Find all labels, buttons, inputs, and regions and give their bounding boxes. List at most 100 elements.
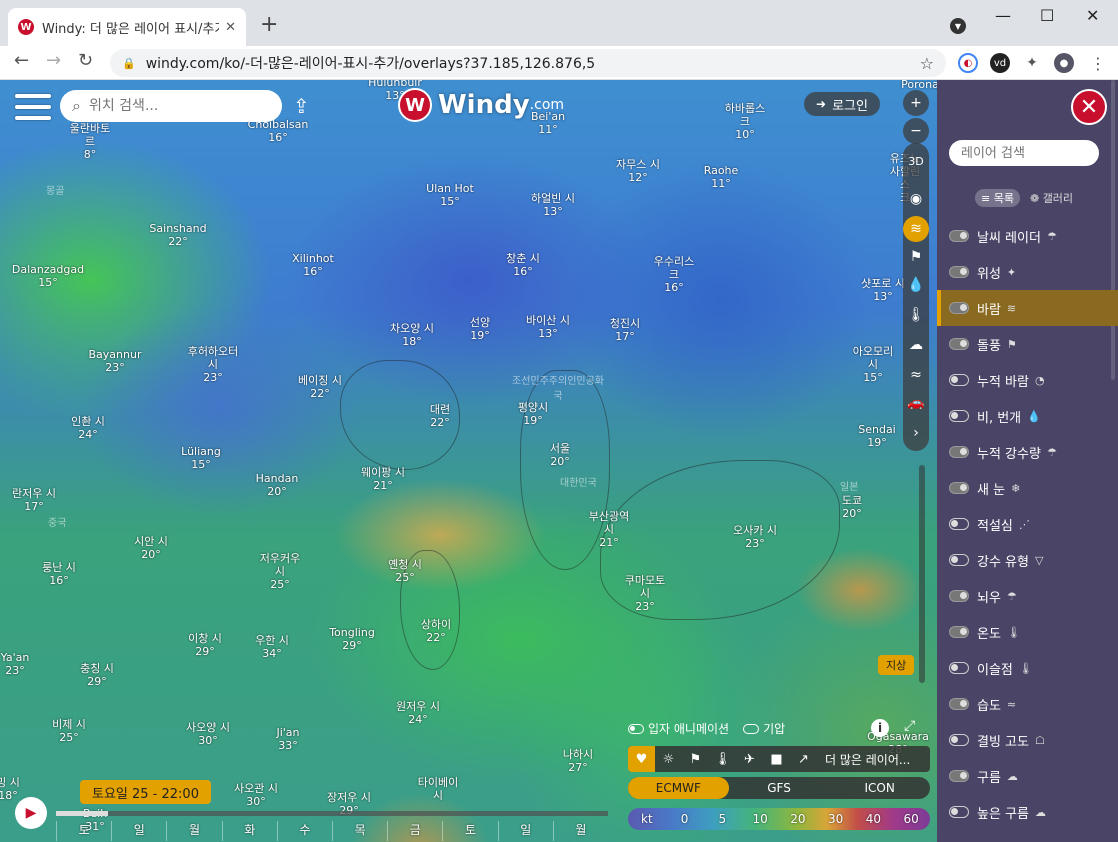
timeline-day[interactable]: 월 <box>166 821 221 841</box>
favorite-heart-icon[interactable]: ♥ <box>628 746 655 772</box>
layer-toggle[interactable] <box>949 770 969 782</box>
city-label[interactable]: 대련 22° <box>430 403 450 429</box>
temperature-icon[interactable]: 🌡 <box>903 302 929 328</box>
city-label[interactable]: Lüliang 15° <box>181 445 221 471</box>
city-label[interactable]: 오사카 시 23° <box>733 524 777 550</box>
sun-cloud-icon[interactable]: ☼ <box>655 752 682 767</box>
car-icon[interactable]: 🚗 <box>903 390 929 416</box>
layer-toggle[interactable] <box>949 374 969 386</box>
flag-icon[interactable]: ⚑ <box>682 752 709 767</box>
chrome-menu-icon[interactable]: ⋮ <box>1088 53 1108 73</box>
airplane-icon[interactable]: ✈ <box>736 752 763 767</box>
more-layers-button[interactable]: 더 많은 레이어... <box>825 751 910 768</box>
play-button[interactable]: ▶ <box>15 797 47 829</box>
city-label[interactable]: 쿠마모토 시 23° <box>625 574 665 613</box>
extension-vd-icon[interactable]: vd <box>990 53 1010 73</box>
3d-view-button[interactable]: 3D <box>903 148 929 174</box>
browser-tab[interactable]: W Windy: 더 많은 레이어 표시/추가 ✕ <box>8 8 246 46</box>
layer-item[interactable]: 강수 유형 ▽ <box>937 542 1118 578</box>
city-label[interactable]: Ulan Hot 15° <box>426 182 474 208</box>
city-label[interactable]: 청진시 17° <box>610 317 640 343</box>
altitude-slider[interactable] <box>919 465 925 683</box>
omnibox[interactable]: 🔒 windy.com/ko/-더-많은-레이어-표시-추가/overlays?… <box>110 49 946 77</box>
layer-toggle[interactable] <box>949 698 969 710</box>
bookmark-star-icon[interactable]: ☆ <box>920 54 934 73</box>
layer-toggle[interactable] <box>949 554 969 566</box>
pressure-label[interactable]: 기압 <box>763 720 785 737</box>
layer-item[interactable]: 새 눈 ❄ <box>937 470 1118 506</box>
view-list-button[interactable]: ≡ 목록 <box>975 189 1020 207</box>
layer-search-input[interactable] <box>949 140 1099 166</box>
layer-item[interactable]: 뇌우 ☂ <box>937 578 1118 614</box>
city-label[interactable]: 원저우 시 24° <box>396 700 440 726</box>
city-label[interactable]: 샷포로 시 13° <box>861 277 905 303</box>
city-label[interactable]: 옌청 시 25° <box>388 558 422 584</box>
city-label[interactable]: 이창 시 29° <box>188 632 222 658</box>
city-label[interactable]: Tongling 29° <box>329 626 375 652</box>
city-label[interactable]: 도쿄 20° <box>842 494 862 520</box>
thermometer-icon[interactable]: 🌡 <box>709 752 736 767</box>
city-label[interactable]: 차오양 시 18° <box>390 322 434 348</box>
model-ecmwf[interactable]: ECMWF <box>628 777 729 799</box>
layer-toggle[interactable] <box>949 338 969 350</box>
webcam-icon[interactable]: ■ <box>763 752 790 767</box>
city-label[interactable]: 아오모리 시 15° <box>853 345 893 384</box>
share-icon[interactable]: ⇪ <box>293 94 310 118</box>
city-label[interactable]: 자무스 시 12° <box>616 158 660 184</box>
gust-flag-icon[interactable]: ⚑ <box>903 244 929 270</box>
city-label[interactable]: 바이산 시 13° <box>526 314 570 340</box>
layer-item[interactable]: 결빙 고도 ☖ <box>937 722 1118 758</box>
zoom-in-button[interactable]: + <box>903 90 929 116</box>
timeline-day[interactable]: 월 <box>552 821 608 841</box>
city-label[interactable]: Ya'an 23° <box>1 651 30 677</box>
timeline-day[interactable]: 목 <box>332 821 387 841</box>
city-label[interactable]: Dalanzadgad 15° <box>12 263 84 289</box>
city-label[interactable]: 밍 시 18° <box>0 776 20 802</box>
profile-avatar[interactable]: ● <box>1054 53 1074 73</box>
layer-toggle[interactable] <box>949 806 969 818</box>
url-text[interactable]: windy.com/ko/-더-많은-레이어-표시-추가/overlays?37… <box>146 53 920 73</box>
city-label[interactable]: Sendai 19° <box>858 423 896 449</box>
timeline-day[interactable]: 일 <box>111 821 166 841</box>
city-label[interactable]: 베이징 시 22° <box>298 374 342 400</box>
city-label[interactable]: 타이베이 시 <box>418 776 458 802</box>
layer-toggle[interactable] <box>949 266 969 278</box>
layer-item[interactable]: 온도 🌡 <box>937 614 1118 650</box>
city-label[interactable]: 란저우 시 17° <box>12 487 56 513</box>
layer-toggle[interactable] <box>949 734 969 746</box>
city-label[interactable]: 하얼빈 시 13° <box>531 192 575 218</box>
city-label[interactable]: 비제 시 25° <box>52 718 86 744</box>
menu-hamburger-icon[interactable] <box>15 94 51 120</box>
layer-toggle[interactable] <box>949 590 969 602</box>
city-label[interactable]: 사오양 시 30° <box>186 721 230 747</box>
city-label[interactable]: Bayannur 23° <box>89 348 142 374</box>
timeline-day[interactable]: 금 <box>387 821 442 841</box>
city-label[interactable]: 룽난 시 16° <box>42 561 76 587</box>
close-window-button[interactable]: ✕ <box>1086 6 1099 25</box>
city-label[interactable]: 후허하오터 시 23° <box>188 345 239 384</box>
layer-item[interactable]: 비, 번개 💧 <box>937 398 1118 434</box>
animation-label[interactable]: 입자 애니메이션 <box>648 720 729 737</box>
layer-item[interactable]: 적설심 ⋰ <box>937 506 1118 542</box>
timeline-day[interactable]: 수 <box>276 821 332 841</box>
layer-toggle[interactable] <box>949 410 969 422</box>
minimize-button[interactable]: — <box>995 6 1011 25</box>
forward-arrow-icon[interactable]: → <box>46 50 61 71</box>
cloud-icon[interactable]: ☁ <box>903 332 929 358</box>
layer-item[interactable]: 누적 강수량 ☂ <box>937 434 1118 470</box>
city-label[interactable]: 사오관 시 30° <box>234 782 278 808</box>
layer-item[interactable]: 높은 구름 ☁ <box>937 794 1118 830</box>
city-label[interactable]: 평양시 19° <box>518 401 548 427</box>
kite-icon[interactable]: ↗ <box>790 752 817 767</box>
extension-colorful-icon[interactable]: ◐ <box>958 53 978 73</box>
reload-icon[interactable]: ↻ <box>78 50 93 71</box>
layer-item[interactable]: 누적 바람 ◔ <box>937 362 1118 398</box>
layer-toggle[interactable] <box>949 626 969 638</box>
new-tab-button[interactable]: + <box>260 12 278 37</box>
location-search[interactable]: ⌕ <box>60 90 282 122</box>
layer-toggle[interactable] <box>949 230 969 242</box>
layer-item[interactable]: 구름 ☁ <box>937 758 1118 794</box>
timeline-bar[interactable] <box>56 811 608 816</box>
globe-icon[interactable]: ◉ <box>903 186 929 212</box>
city-label[interactable]: 인촨 시 24° <box>71 415 105 441</box>
